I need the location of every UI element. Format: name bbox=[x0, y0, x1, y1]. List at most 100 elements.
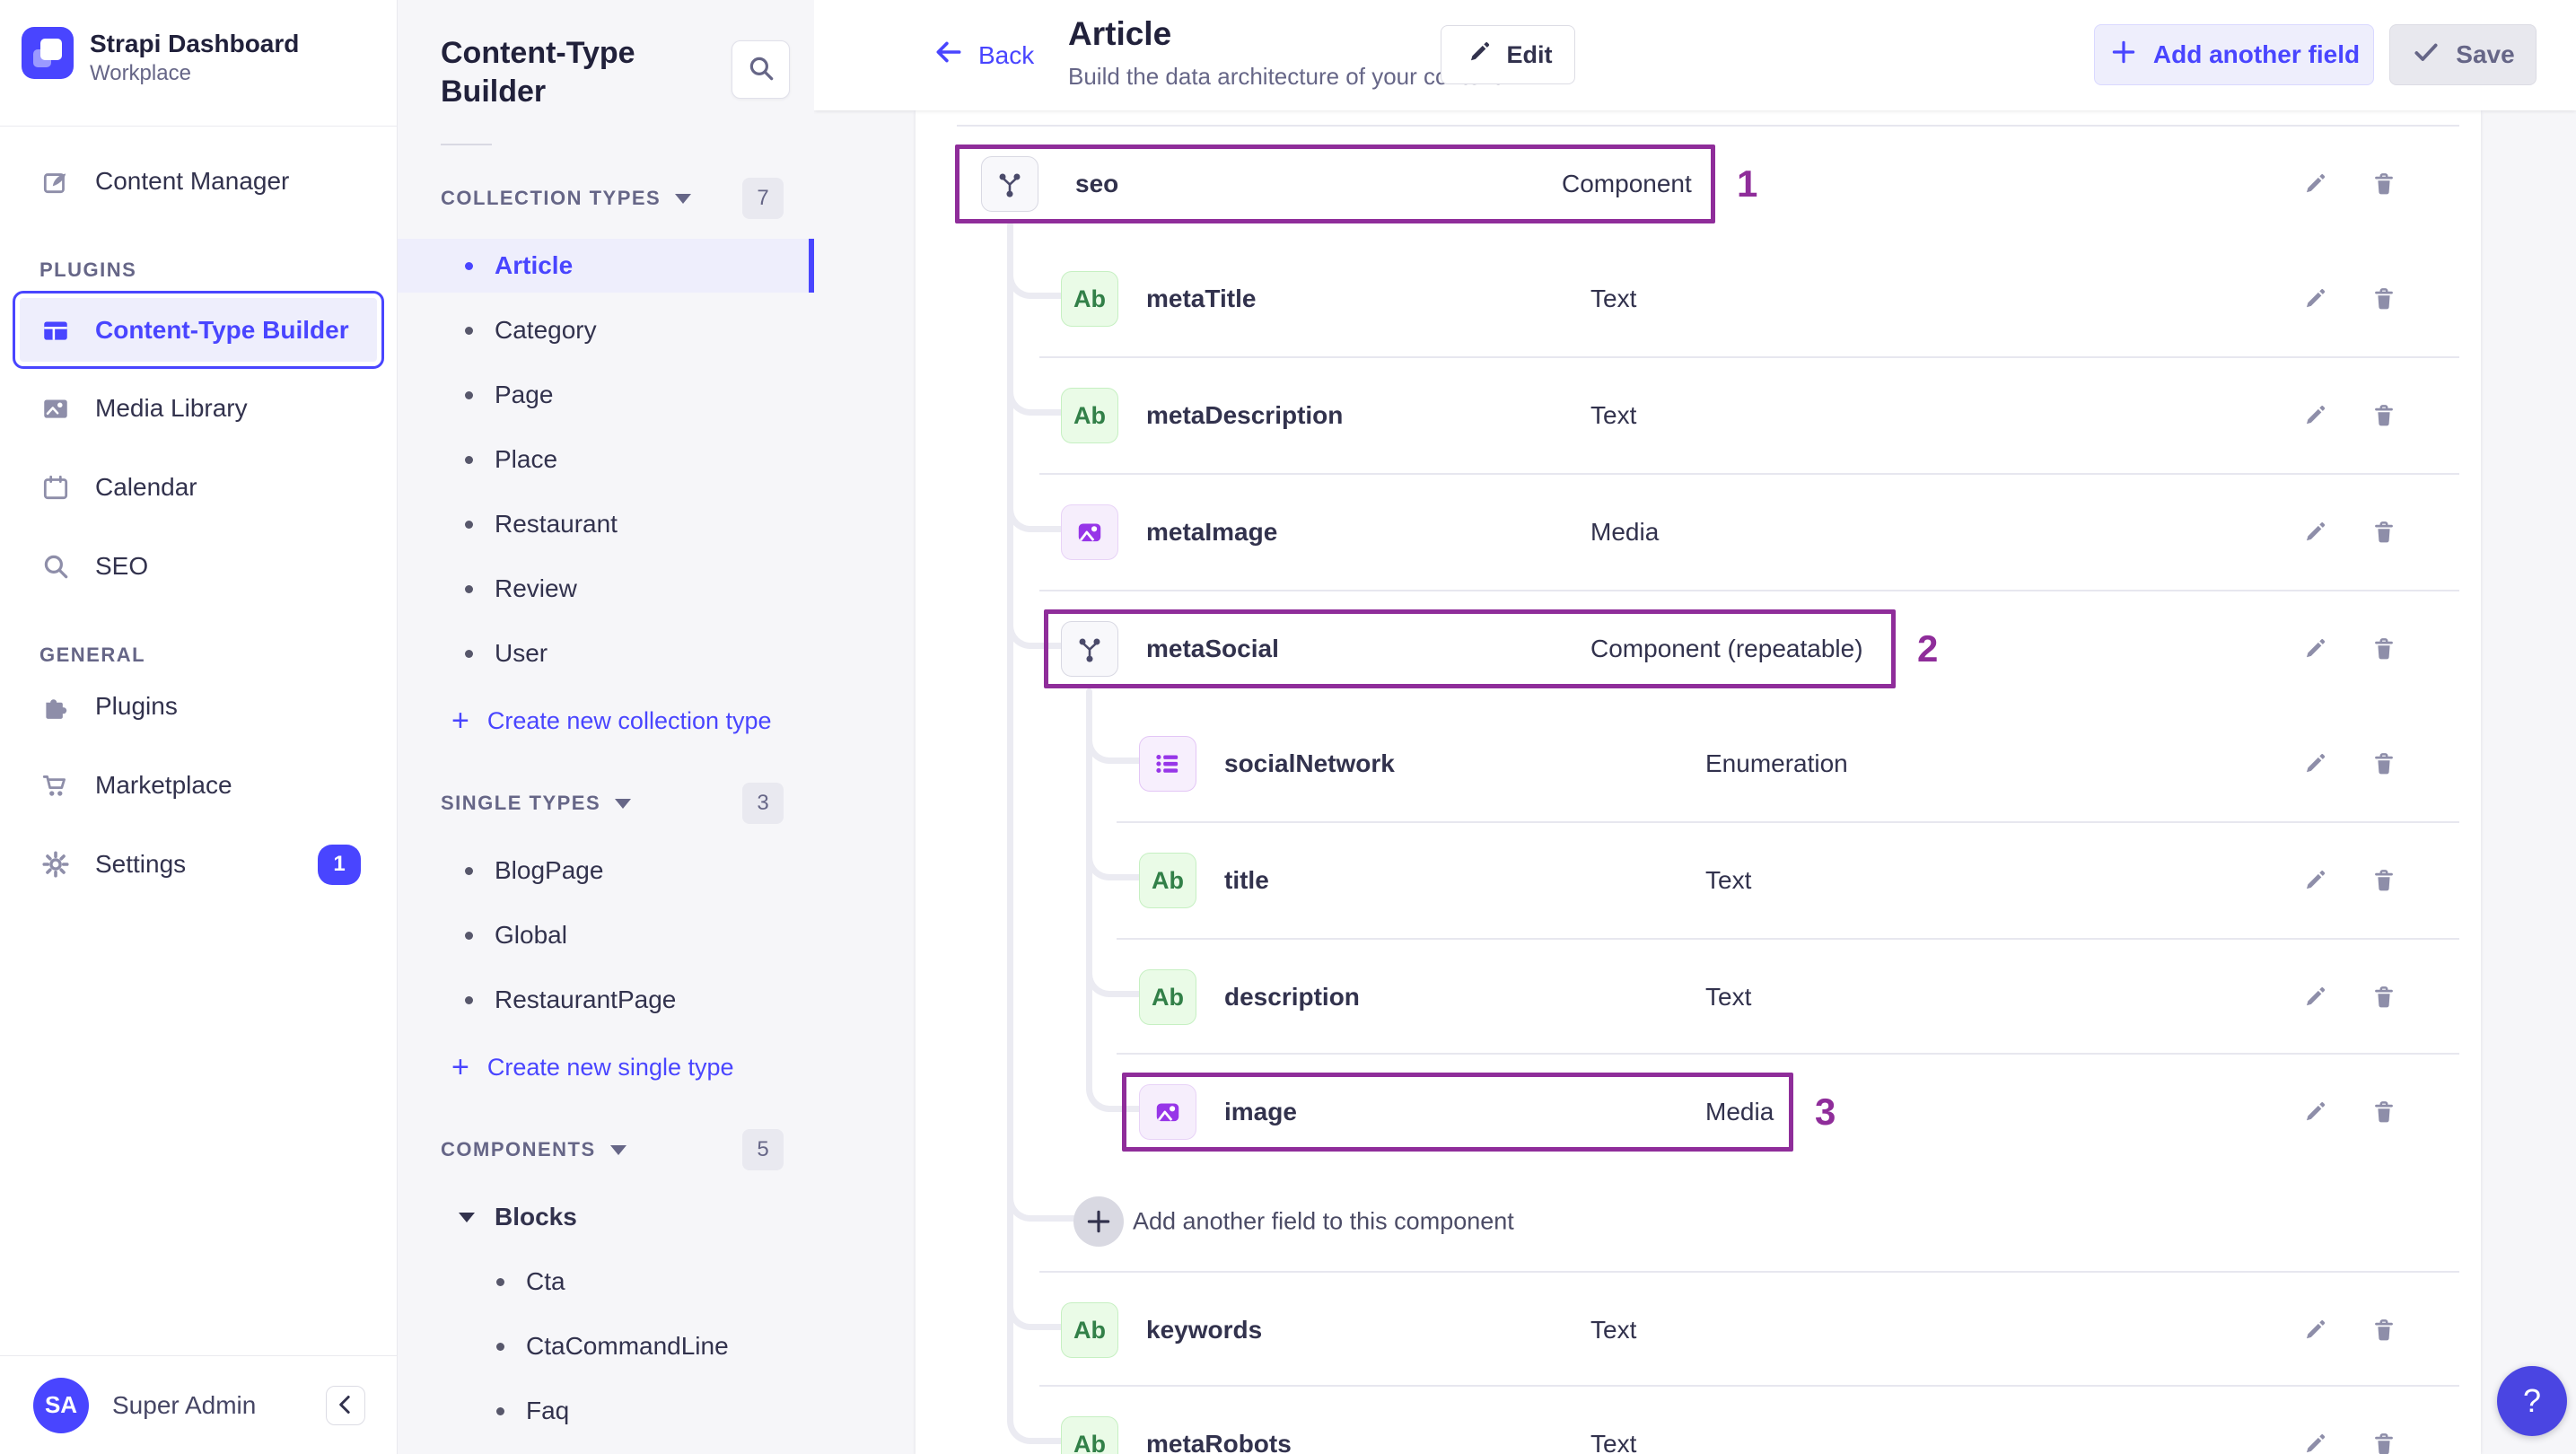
caret-down-icon bbox=[609, 1144, 626, 1155]
field-name: keywords bbox=[1146, 1316, 1263, 1344]
delete-field-button[interactable] bbox=[2364, 744, 2404, 784]
add-another-field-button[interactable]: Add another field bbox=[2094, 24, 2374, 85]
component-item-ctacommandline[interactable]: CtaCommandLine bbox=[398, 1319, 814, 1373]
type-item-label: Global bbox=[495, 921, 567, 949]
bullet-icon bbox=[465, 520, 473, 529]
back-link[interactable]: Back bbox=[933, 0, 1034, 110]
page-subtitle: Build the data architecture of your cont… bbox=[1068, 63, 1501, 90]
avatar[interactable]: SA bbox=[33, 1377, 89, 1433]
edit-field-button[interactable] bbox=[2295, 629, 2335, 669]
edit-field-button[interactable] bbox=[2295, 1310, 2335, 1350]
text-glyph: Ab bbox=[1073, 1430, 1106, 1454]
edit-field-button[interactable] bbox=[2295, 396, 2335, 435]
field-type: Component (repeatable) bbox=[1590, 635, 1863, 662]
type-item-label: Restaurant bbox=[495, 510, 618, 538]
type-item-place[interactable]: Place bbox=[398, 433, 814, 486]
type-item-label: Review bbox=[495, 574, 577, 602]
add-field-to-component-button[interactable] bbox=[1073, 1196, 1124, 1247]
type-item-label: Category bbox=[495, 316, 597, 344]
component-item-features[interactable]: Features bbox=[398, 1449, 814, 1454]
row-divider bbox=[1117, 1053, 2459, 1055]
annotation-number: 1 bbox=[1737, 162, 1758, 205]
edit-field-button[interactable] bbox=[2295, 164, 2335, 204]
delete-field-button[interactable] bbox=[2364, 1424, 2404, 1454]
field-type: Media bbox=[1705, 1098, 1774, 1126]
delete-field-button[interactable] bbox=[2364, 1092, 2404, 1132]
section-toggle-collection-types[interactable]: COLLECTION TYPES 7 bbox=[398, 178, 814, 219]
collapse-sidebar-button[interactable] bbox=[326, 1386, 365, 1425]
edit-field-button[interactable] bbox=[2295, 279, 2335, 319]
type-item-restaurantpage[interactable]: RestaurantPage bbox=[398, 973, 814, 1027]
type-item-restaurant[interactable]: Restaurant bbox=[398, 497, 814, 551]
tree-elbow bbox=[1007, 245, 1066, 299]
delete-field-button[interactable] bbox=[2364, 512, 2404, 552]
text-field-icon: Ab bbox=[1061, 388, 1118, 443]
sidebar-item-plugins[interactable]: Plugins bbox=[0, 667, 397, 746]
delete-field-button[interactable] bbox=[2364, 1310, 2404, 1350]
sidebar-item-seo[interactable]: SEO bbox=[0, 527, 397, 606]
type-item-global[interactable]: Global bbox=[398, 908, 814, 962]
media-field-icon bbox=[1139, 1084, 1196, 1140]
type-item-article[interactable]: Article bbox=[398, 239, 814, 293]
sidebar-item-content-type-builder[interactable]: Content-Type Builder bbox=[13, 291, 384, 369]
field-type: Text bbox=[1705, 866, 1752, 894]
delete-field-button[interactable] bbox=[2364, 629, 2404, 669]
type-item-user[interactable]: User bbox=[398, 626, 814, 680]
edit-field-button[interactable] bbox=[2295, 1424, 2335, 1454]
component-group-blocks[interactable]: Blocks bbox=[398, 1190, 814, 1244]
section-toggle-components[interactable]: COMPONENTS 5 bbox=[398, 1129, 814, 1170]
edit-field-button[interactable] bbox=[2295, 512, 2335, 552]
type-item-review[interactable]: Review bbox=[398, 562, 814, 616]
count-badge: 5 bbox=[742, 1129, 784, 1170]
text-glyph: Ab bbox=[1152, 866, 1184, 894]
edit-field-button[interactable] bbox=[2295, 744, 2335, 784]
delete-field-button[interactable] bbox=[2364, 279, 2404, 319]
sidebar-item-marketplace[interactable]: Marketplace bbox=[0, 746, 397, 825]
sidebar-item-label: Settings bbox=[95, 850, 187, 878]
component-item-cta[interactable]: Cta bbox=[398, 1255, 814, 1309]
tree-elbow bbox=[1007, 1168, 1082, 1222]
component-item-faq[interactable]: Faq bbox=[398, 1384, 814, 1438]
profile-footer: SA Super Admin bbox=[0, 1355, 397, 1454]
type-item-blogpage[interactable]: BlogPage bbox=[398, 844, 814, 898]
field-name: seo bbox=[1075, 170, 1119, 197]
caret-down-icon bbox=[615, 798, 632, 809]
edit-field-button[interactable] bbox=[2295, 861, 2335, 900]
tree-elbow bbox=[1086, 827, 1144, 880]
delete-field-button[interactable] bbox=[2364, 977, 2404, 1017]
caret-down-icon bbox=[675, 193, 692, 204]
tree-elbow bbox=[1086, 1058, 1144, 1112]
delete-field-button[interactable] bbox=[2364, 861, 2404, 900]
text-field-icon: Ab bbox=[1139, 853, 1196, 908]
delete-field-button[interactable] bbox=[2364, 164, 2404, 204]
tree-elbow bbox=[1086, 943, 1144, 997]
row-divider bbox=[1117, 938, 2459, 940]
field-name: metaRobots bbox=[1146, 1430, 1292, 1454]
help-button[interactable]: ? bbox=[2497, 1366, 2567, 1436]
edit-button[interactable]: Edit bbox=[1441, 25, 1575, 84]
field-type: Text bbox=[1590, 1316, 1637, 1344]
search-icon bbox=[746, 53, 776, 86]
delete-field-button[interactable] bbox=[2364, 396, 2404, 435]
main-sidebar: Strapi Dashboard Workplace Content Manag… bbox=[0, 0, 398, 1454]
search-button[interactable] bbox=[732, 40, 790, 99]
sidebar-item-calendar[interactable]: Calendar bbox=[0, 448, 397, 527]
search-icon bbox=[39, 550, 72, 582]
create-create-new-collection-type[interactable]: + Create new collection type bbox=[398, 691, 814, 750]
sidebar-item-settings[interactable]: Settings 1 bbox=[0, 825, 397, 904]
save-button[interactable]: Save bbox=[2389, 24, 2537, 85]
type-item-label: Page bbox=[495, 381, 554, 408]
bullet-icon bbox=[496, 1277, 504, 1286]
puzzle-icon bbox=[39, 690, 72, 723]
sidebar-item-content-manager[interactable]: Content Manager bbox=[0, 142, 397, 221]
header: Back Article Build the data architecture… bbox=[814, 0, 2576, 110]
sidebar-item-media-library[interactable]: Media Library bbox=[0, 369, 397, 448]
edit-field-button[interactable] bbox=[2295, 1092, 2335, 1132]
section-toggle-single-types[interactable]: SINGLE TYPES 3 bbox=[398, 783, 814, 824]
edit-field-button[interactable] bbox=[2295, 977, 2335, 1017]
type-item-page[interactable]: Page bbox=[398, 368, 814, 422]
content-manager-icon bbox=[39, 165, 72, 197]
create-create-new-single-type[interactable]: + Create new single type bbox=[398, 1038, 814, 1097]
type-item-category[interactable]: Category bbox=[398, 303, 814, 357]
bullet-icon bbox=[496, 1342, 504, 1351]
